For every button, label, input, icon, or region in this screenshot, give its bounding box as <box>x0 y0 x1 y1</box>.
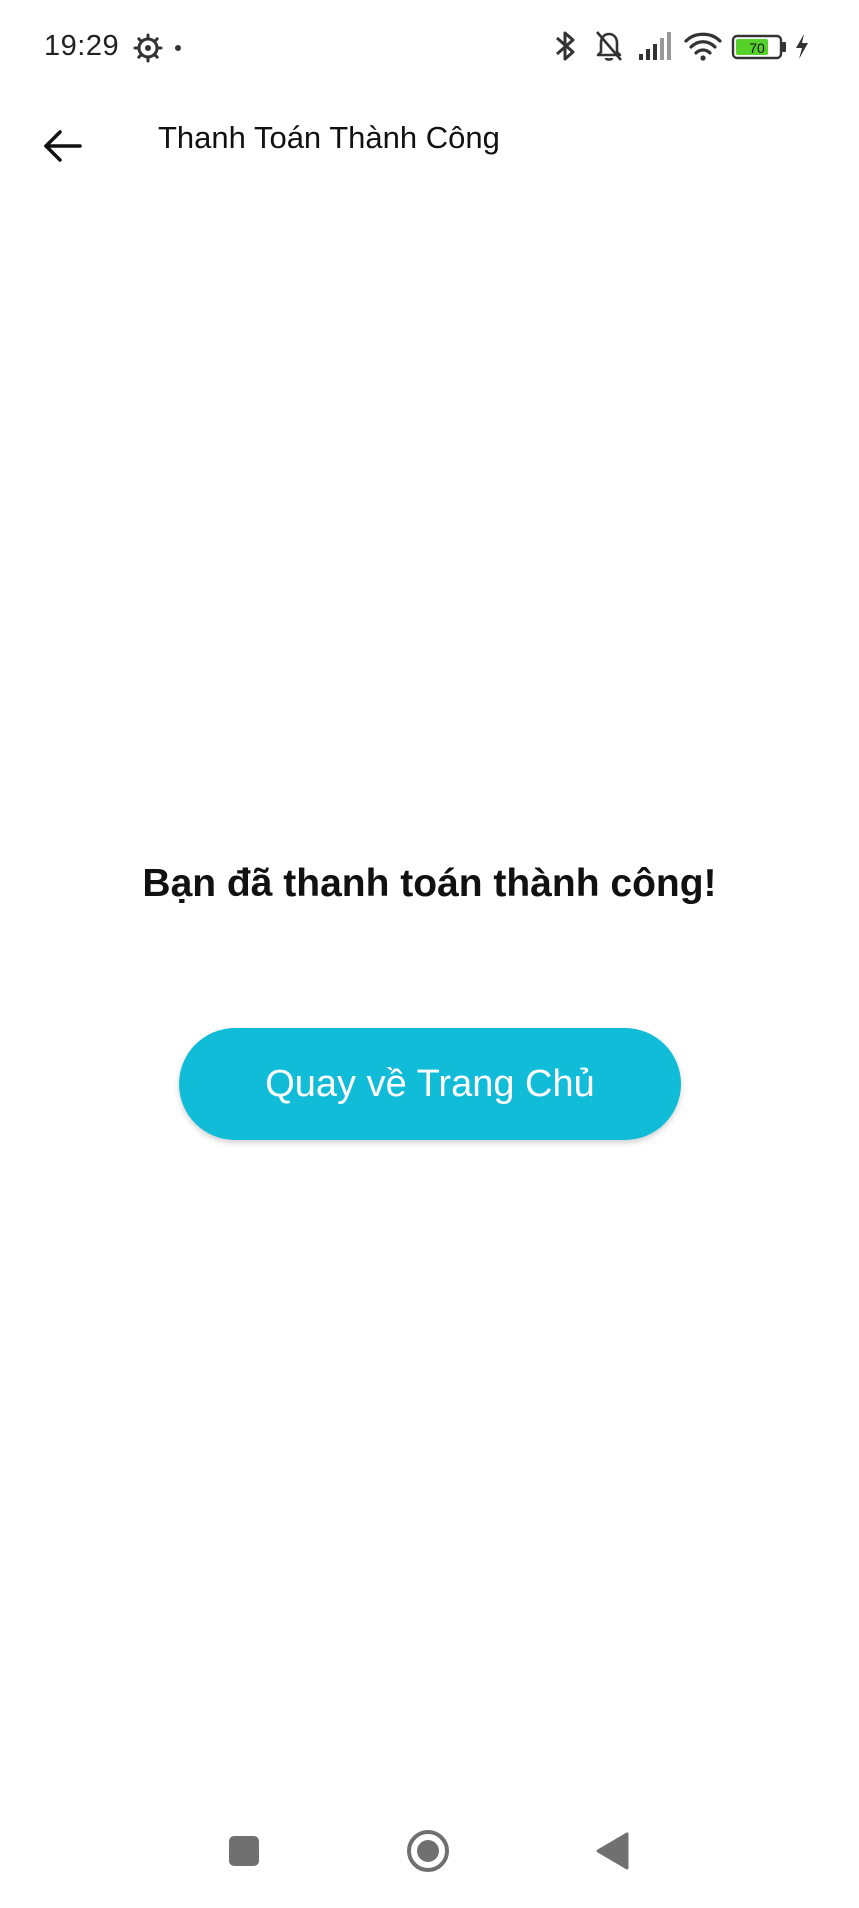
wifi-icon <box>684 32 722 61</box>
screen: 19:29 70 Thanh Toán Thành Công Bạn đã th… <box>0 0 859 1908</box>
back-arrow-icon <box>44 130 82 162</box>
back-button[interactable] <box>30 114 94 178</box>
back-nav-button[interactable] <box>578 1816 648 1886</box>
signal-icon <box>639 32 671 60</box>
success-message: Bạn đã thanh toán thành công! <box>142 862 717 905</box>
status-bar: 19:29 70 <box>0 0 859 96</box>
status-time: 19:29 <box>44 30 120 62</box>
notification-dot <box>175 45 181 51</box>
settings-icon <box>133 33 163 63</box>
home-nav-button[interactable] <box>393 1816 463 1886</box>
mute-bell-icon <box>596 31 622 61</box>
page-title: Thanh Toán Thành Công <box>158 120 500 155</box>
system-nav-bar <box>0 1798 859 1908</box>
app-bar: Thanh Toán Thành Công <box>0 96 859 216</box>
charging-icon <box>796 34 808 59</box>
recents-button[interactable] <box>209 1816 279 1886</box>
battery-icon: 70 <box>731 34 786 60</box>
battery-level: 70 <box>749 40 765 56</box>
recents-icon <box>229 1836 259 1866</box>
back-icon <box>596 1832 629 1870</box>
back-to-home-button[interactable]: Quay về Trang Chủ <box>179 1028 681 1140</box>
status-icons: 70 <box>553 28 813 68</box>
bluetooth-icon <box>556 31 575 61</box>
home-icon <box>407 1830 449 1872</box>
